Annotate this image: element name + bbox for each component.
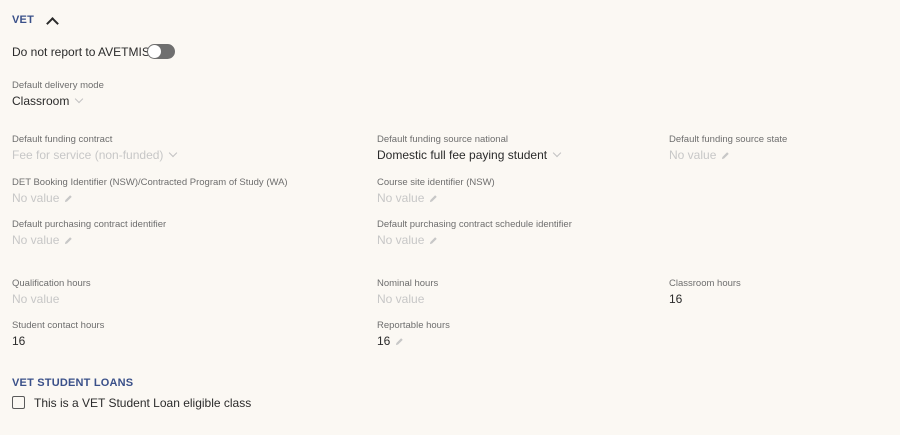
nominal-hours-value: No value <box>377 292 425 306</box>
funding-contract-select[interactable]: Fee for service (non-funded) <box>12 148 178 162</box>
purchasing-schedule-field[interactable]: No value <box>377 233 438 247</box>
reportable-hours-field[interactable]: 16 <box>377 334 404 348</box>
pencil-icon <box>429 194 438 203</box>
delivery-mode-select[interactable]: Classroom <box>12 94 84 108</box>
purchasing-contract-field[interactable]: No value <box>12 233 73 247</box>
funding-source-state-value: No value <box>669 148 717 162</box>
purchasing-schedule-value: No value <box>377 233 425 247</box>
course-site-label: Course site identifier (NSW) <box>377 177 495 188</box>
funding-source-state-label: Default funding source state <box>669 134 788 145</box>
chevron-up-icon <box>46 17 59 30</box>
student-loan-eligible-label: This is a VET Student Loan eligible clas… <box>34 396 252 410</box>
avetmiss-toggle[interactable] <box>147 44 175 59</box>
classroom-hours-label: Classroom hours <box>669 278 741 289</box>
toggle-knob <box>148 45 161 58</box>
funding-source-national-select[interactable]: Domestic full fee paying student <box>377 148 562 162</box>
funding-source-national-value: Domestic full fee paying student <box>377 148 548 162</box>
classroom-hours-value: 16 <box>669 292 683 306</box>
pencil-icon <box>64 194 73 203</box>
det-booking-label: DET Booking Identifier (NSW)/Contracted … <box>12 177 288 188</box>
pencil-icon <box>395 337 404 346</box>
det-booking-value: No value <box>12 191 60 205</box>
vet-section-title: VET <box>12 14 34 26</box>
funding-contract-value: Fee for service (non-funded) <box>12 148 164 162</box>
funding-contract-label: Default funding contract <box>12 134 113 145</box>
student-loans-section-title: VET STUDENT LOANS <box>12 377 134 389</box>
chevron-down-icon <box>169 148 178 158</box>
qualification-hours-value: No value <box>12 292 60 306</box>
pencil-icon <box>721 151 730 160</box>
course-site-field[interactable]: No value <box>377 191 438 205</box>
funding-source-state-field[interactable]: No value <box>669 148 730 162</box>
student-contact-hours-label: Student contact hours <box>12 320 105 331</box>
det-booking-field[interactable]: No value <box>12 191 73 205</box>
chevron-down-icon <box>75 94 84 104</box>
reportable-hours-value: 16 <box>377 334 391 348</box>
reportable-hours-label: Reportable hours <box>377 320 450 331</box>
delivery-mode-value: Classroom <box>12 94 70 108</box>
student-loan-eligible-checkbox[interactable] <box>12 396 25 409</box>
purchasing-schedule-label: Default purchasing contract schedule ide… <box>377 219 572 230</box>
chevron-down-icon <box>552 148 562 158</box>
funding-source-national-label: Default funding source national <box>377 134 508 145</box>
student-contact-hours-value: 16 <box>12 334 26 348</box>
pencil-icon <box>64 236 73 245</box>
purchasing-contract-label: Default purchasing contract identifier <box>12 219 167 230</box>
nominal-hours-label: Nominal hours <box>377 278 439 289</box>
vet-collapse-button[interactable] <box>46 16 59 30</box>
purchasing-contract-value: No value <box>12 233 60 247</box>
avetmiss-toggle-label: Do not report to AVETMISS <box>12 45 158 59</box>
delivery-mode-label: Default delivery mode <box>12 80 104 91</box>
qualification-hours-label: Qualification hours <box>12 278 91 289</box>
pencil-icon <box>429 236 438 245</box>
course-site-value: No value <box>377 191 425 205</box>
